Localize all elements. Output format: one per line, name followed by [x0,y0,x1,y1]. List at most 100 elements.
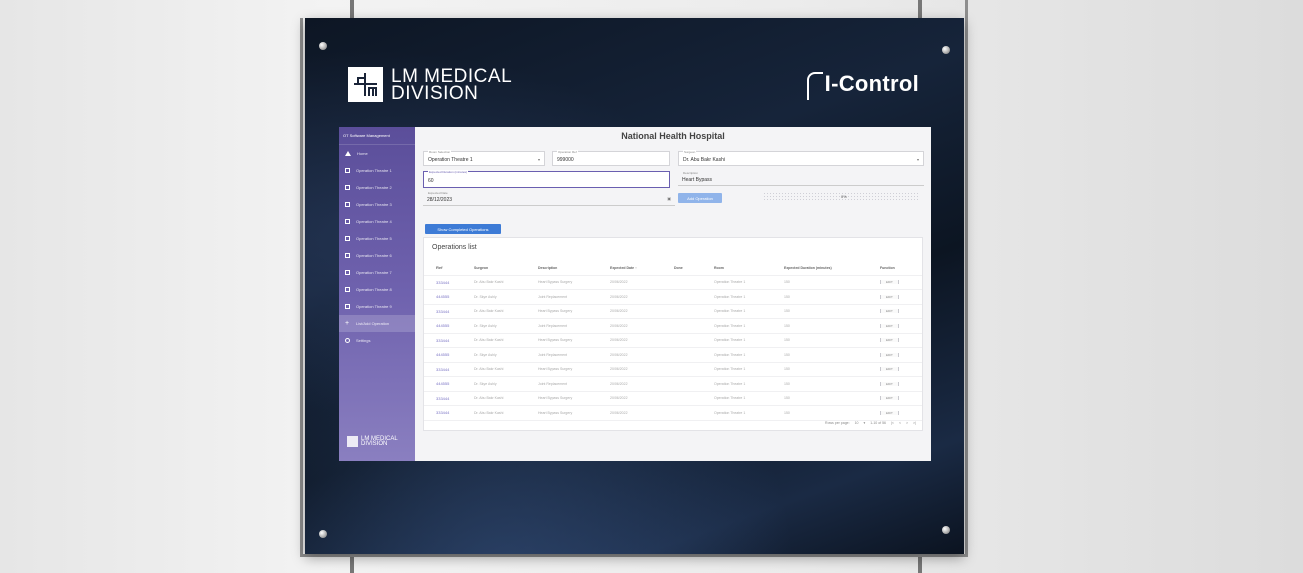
cell-surgeon: Dr. Abu Bakr Kashi [474,367,504,372]
cell-ref[interactable]: 333444 [424,410,474,415]
cell-duration: 150 [784,396,790,401]
sidebar-item[interactable]: Operation Theatre 5 [339,230,415,247]
bolt-icon [319,530,327,538]
gear-icon [345,338,350,343]
sidebar-item-label: Settings [356,338,371,343]
table-row: 333444 Dr. Abu Bakr Kashi Heart Bypass Sur… [424,363,922,377]
sidebar: OT Software Management Home Operation The… [339,127,415,461]
edit-button[interactable]: EDIT [880,280,899,285]
edit-button[interactable]: EDIT [880,381,899,386]
date-field[interactable]: Expected Date 28/12/2023 ▣ [423,191,675,206]
cell-ref[interactable]: 333444 [424,338,474,343]
duration-field[interactable]: Expected Duration (minutes) 60 [423,170,670,188]
rows-per-page-select[interactable]: 10 [855,421,859,425]
edit-button[interactable]: EDIT [880,410,899,415]
cell-room: Operation Theatre 1 [714,396,746,401]
calendar-icon[interactable]: ▣ [667,196,671,201]
last-page-button[interactable]: >| [913,421,916,425]
chevron-down-icon: ▾ [916,157,919,162]
cell-function: EDIT [880,396,920,401]
edit-button[interactable]: EDIT [880,367,899,372]
description-field[interactable]: Description Heart Bypass [678,171,924,186]
sidebar-logo-line-2: DIVISION [361,440,388,447]
cell-ref[interactable]: 333444 [424,396,474,401]
cell-ref[interactable]: 333444 [424,309,474,314]
room-select-label: Room Selection [428,150,452,154]
sidebar-item[interactable]: Operation Theatre 1 [339,162,415,179]
cell-description: Heart Bypass Surgery [538,338,573,343]
sidebar-item[interactable]: Operation Theatre 2 [339,179,415,196]
sidebar-item[interactable]: Settings [339,332,415,349]
cell-function: EDIT [880,280,920,285]
bolt-icon [319,42,327,50]
cell-function: EDIT [880,323,920,328]
col-duration[interactable]: Expected Duration (minutes) [784,266,880,270]
cell-function: EDIT [880,338,920,343]
room-select[interactable]: Room Selection Operation Theatre 1 ▾ [423,150,545,166]
sidebar-item[interactable]: Operation Theatre 6 [339,247,415,264]
chevron-down-icon[interactable]: ▾ [863,421,865,425]
table-row: 333444 Dr. Abu Bakr Kashi Heart Bypass Sur… [424,392,922,406]
rows-per-page-label: Rows per page: [825,421,850,425]
sidebar-item-label: Operation Theatre 6 [356,253,392,258]
page-title: National Health Hospital [621,131,725,141]
cell-ref[interactable]: 444555 [424,381,474,386]
main-content: National Health Hospital Room Selection … [415,127,931,461]
cell-surgeon: Dr. Skye Ashly [474,323,497,328]
show-completed-button[interactable]: Show Completed Operations [425,224,501,234]
cell-ref[interactable]: 444555 [424,294,474,299]
edit-button[interactable]: EDIT [880,338,899,343]
edit-button[interactable]: EDIT [880,309,899,314]
cell-date: 20/06/2022 [610,309,628,314]
cell-ref[interactable]: 444555 [424,323,474,328]
surgeon-select[interactable]: Surgeon Dr. Abu Bakr Kashi ▾ [678,150,924,166]
cell-description: Heart Bypass Surgery [538,410,573,415]
cell-ref[interactable]: 333444 [424,280,474,285]
col-room[interactable]: Room [714,266,784,270]
cell-ref[interactable]: 333444 [424,367,474,372]
sidebar-item[interactable]: Home [339,145,415,162]
cell-description: Joint Replacement [538,294,567,299]
cell-ref[interactable]: 444555 [424,352,474,357]
cell-date: 20/06/2022 [610,410,628,415]
edit-button[interactable]: EDIT [880,294,899,299]
edit-button[interactable]: EDIT [880,396,899,401]
duration-label: Expected Duration (minutes) [428,170,469,174]
calendar-icon [345,304,350,309]
chevron-down-icon: ▾ [537,157,540,162]
sidebar-item[interactable]: Operation Theatre 9 [339,298,415,315]
operations-list-title: Operations list [432,244,477,251]
cell-room: Operation Theatre 1 [714,309,746,314]
first-page-button[interactable]: |< [891,421,894,425]
sidebar-item[interactable]: + List/Add Operation [339,315,415,332]
col-surgeon[interactable]: Surgeon [474,266,538,270]
operations-list-card: Operations list Ref Surgeon Description … [423,237,923,431]
cell-surgeon: Dr. Abu Bakr Kashi [474,396,504,401]
col-description[interactable]: Description [538,266,610,270]
i-control-bracket-icon [806,72,823,100]
sidebar-item[interactable]: Operation Theatre 8 [339,281,415,298]
cell-surgeon: Dr. Abu Bakr Kashi [474,410,504,415]
cell-room: Operation Theatre 1 [714,280,746,285]
prev-page-button[interactable]: < [899,421,901,425]
cell-date: 20/06/2022 [610,323,628,328]
col-expected-date[interactable]: Expected Date ↑ [610,266,674,270]
logo-line-2: DIVISION [391,82,479,104]
sidebar-item[interactable]: Operation Theatre 4 [339,213,415,230]
lm-logo-mark-icon [347,436,358,447]
sidebar-menu: Home Operation Theatre 1 Operation Theatre… [339,145,415,349]
col-done[interactable]: Done [674,266,714,270]
operation-ref-field[interactable]: Operation Ref 999000 [552,150,670,166]
add-operation-button[interactable]: Add Operation [678,193,722,203]
sidebar-item[interactable]: Operation Theatre 7 [339,264,415,281]
cell-function: EDIT [880,294,920,299]
edit-button[interactable]: EDIT [880,323,899,328]
col-ref[interactable]: Ref [424,265,474,270]
cell-date: 20/06/2022 [610,367,628,372]
next-page-button[interactable]: > [906,421,908,425]
mount-rail [965,0,968,557]
sidebar-item[interactable]: Operation Theatre 3 [339,196,415,213]
col-function: Function [880,265,895,270]
sidebar-item-label: Operation Theatre 2 [356,185,392,190]
edit-button[interactable]: EDIT [880,352,899,357]
